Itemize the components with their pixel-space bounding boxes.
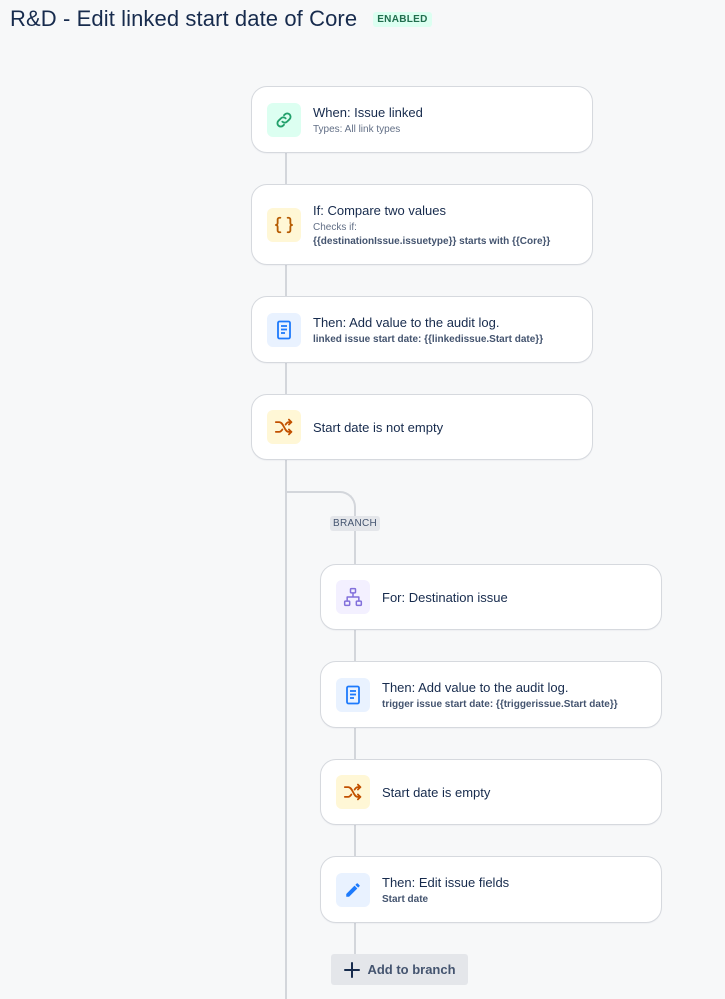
step-card-condition[interactable]: If: Compare two values Checks if: {{dest… — [251, 184, 593, 265]
step-title: If: Compare two values — [313, 203, 446, 218]
status-badge: ENABLED — [373, 11, 432, 27]
branch-card-audit-log[interactable]: Then: Add value to the audit log. trigge… — [320, 661, 662, 728]
document-icon — [267, 312, 301, 347]
connector-line — [354, 550, 356, 565]
shuffle-icon — [267, 410, 301, 444]
step-card-trigger[interactable]: When: Issue linked Types: All link types — [251, 86, 593, 153]
branch-card-for[interactable]: For: Destination issue — [320, 564, 662, 630]
step-subtitle: Checks if: — [313, 222, 357, 233]
connector-line — [354, 824, 356, 857]
step-detail: Start date — [382, 894, 429, 905]
step-title: Then: Add value to the audit log. — [382, 680, 569, 695]
step-subtitle: Types: All link types — [313, 124, 401, 135]
curly-braces-icon — [267, 208, 301, 242]
step-title: When: Issue linked — [313, 105, 423, 120]
connector-line — [285, 362, 287, 395]
step-title: Then: Add value to the audit log. — [313, 315, 500, 330]
page-header: R&D - Edit linked start date of Core ENA… — [10, 5, 432, 33]
step-card-if-else[interactable]: Start date is not empty — [251, 394, 593, 460]
connector-line — [354, 727, 356, 760]
link-icon — [267, 102, 301, 137]
shuffle-icon — [336, 775, 370, 809]
step-detail: trigger issue start date: {{triggerissue… — [382, 699, 618, 710]
pencil-icon — [336, 872, 370, 907]
connector-line — [354, 922, 356, 955]
add-to-branch-button[interactable]: Add to branch — [331, 954, 468, 985]
add-to-branch-label: Add to branch — [367, 962, 456, 977]
branch-tag: BRANCH — [330, 516, 381, 531]
document-icon — [336, 677, 370, 712]
step-detail: linked issue start date: {{linkedissue.S… — [313, 334, 544, 345]
step-card-audit-log[interactable]: Then: Add value to the audit log. linked… — [251, 296, 593, 363]
step-title: For: Destination issue — [382, 590, 508, 605]
connector-line — [285, 264, 287, 297]
step-detail: {{destinationIssue.issuetype}} starts wi… — [313, 236, 551, 247]
plus-icon — [343, 961, 361, 979]
branch-card-edit-fields[interactable]: Then: Edit issue fields Start date — [320, 856, 662, 923]
connector-line — [354, 629, 356, 662]
step-title: Start date is not empty — [313, 420, 444, 435]
page-title: R&D - Edit linked start date of Core — [10, 6, 358, 31]
step-title: Start date is empty — [382, 785, 491, 800]
connector-line — [285, 152, 287, 185]
step-title: Then: Edit issue fields — [382, 875, 510, 890]
hierarchy-icon — [336, 580, 370, 614]
branch-card-if-else[interactable]: Start date is empty — [320, 759, 662, 825]
